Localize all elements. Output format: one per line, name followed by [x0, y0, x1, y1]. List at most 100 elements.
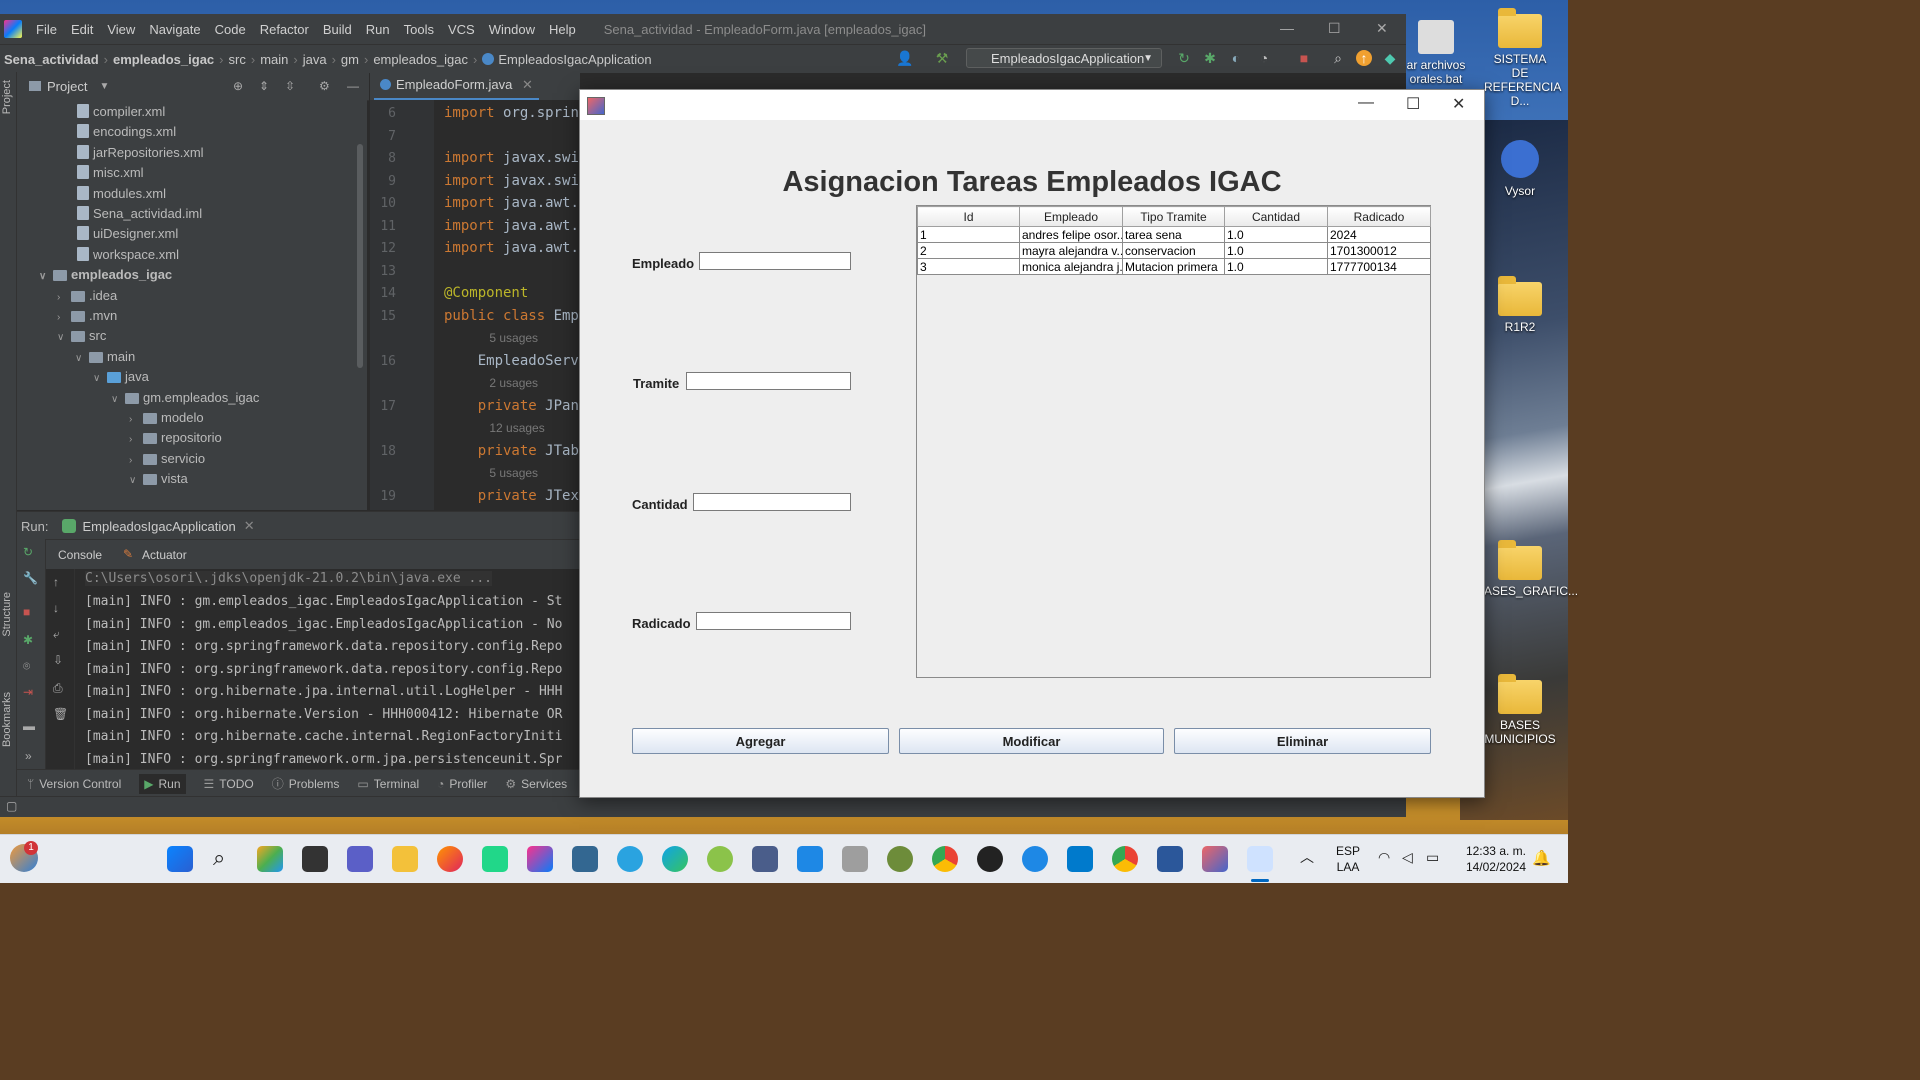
layout-icon[interactable]: ▬: [23, 719, 35, 733]
code-editor[interactable]: 6 7 8 9 10 11 12 13 14 15 16 17 18 19 import org.spri…: [370, 100, 580, 510]
chevron-right-icon[interactable]: ›: [57, 288, 71, 308]
column-header-id[interactable]: Id: [917, 206, 1020, 227]
menu-file[interactable]: File: [36, 22, 57, 37]
table-cell[interactable]: 1.0: [1224, 242, 1328, 259]
table-cell[interactable]: tarea sena: [1122, 226, 1225, 243]
menu-edit[interactable]: Edit: [71, 22, 93, 37]
menu-tools[interactable]: Tools: [404, 22, 434, 37]
desktop-icon-bases-municipios[interactable]: BASES MUNICIPIOS: [1484, 674, 1556, 746]
desktop-icon-sistema[interactable]: SISTEMA DE REFERENCIA D...: [1484, 8, 1561, 108]
arrow-down-icon[interactable]: ↓: [53, 601, 59, 615]
run-config-select[interactable]: EmpleadosIgacApplication ▼: [966, 48, 1162, 68]
structure-tool-tab[interactable]: Structure: [1, 592, 13, 637]
java-app-taskbar-icon[interactable]: [1202, 846, 1228, 872]
hide-panel-icon[interactable]: —: [347, 79, 359, 93]
database-icon[interactable]: [842, 846, 868, 872]
table-cell[interactable]: 3: [917, 258, 1020, 275]
clock[interactable]: 12:33 a. m. 14/02/2024: [1456, 843, 1526, 875]
postgresql-icon[interactable]: [572, 846, 598, 872]
tree-item[interactable]: ∨ gm.empleados_igac: [111, 388, 259, 408]
chevron-down-icon[interactable]: ∨: [93, 369, 107, 389]
snipping-tool-icon[interactable]: [1247, 846, 1273, 872]
shield-icon[interactable]: [797, 846, 823, 872]
breadcrumb-item[interactable]: main: [260, 52, 288, 67]
chevron-right-icon[interactable]: ›: [129, 451, 143, 471]
table-cell[interactable]: 2024: [1327, 226, 1431, 243]
desktop-icon-vysor[interactable]: Vysor: [1484, 140, 1556, 198]
column-header-tipo-tramite[interactable]: Tipo Tramite: [1122, 206, 1225, 227]
add-button[interactable]: Agregar: [632, 728, 889, 754]
breadcrumb-item[interactable]: empleados_igac: [373, 52, 468, 67]
tree-item[interactable]: misc.xml: [77, 163, 144, 183]
project-label[interactable]: Project: [47, 79, 87, 94]
tab-run[interactable]: ▶ Run: [139, 773, 186, 794]
tree-item[interactable]: uiDesigner.xml: [77, 224, 178, 244]
chevron-down-icon[interactable]: ∨: [39, 267, 53, 287]
breadcrumb-item[interactable]: java: [303, 52, 327, 67]
expand-all-icon[interactable]: ⇕: [259, 79, 269, 93]
tree-item[interactable]: jarRepositories.xml: [77, 143, 204, 163]
exit-icon[interactable]: ⇥: [23, 685, 33, 699]
tree-item[interactable]: › servicio: [129, 449, 205, 469]
copilot-icon[interactable]: [257, 846, 283, 872]
bookmarks-tool-tab[interactable]: Bookmarks: [1, 692, 13, 747]
camera-icon[interactable]: ⌾: [23, 659, 30, 674]
tree-item[interactable]: ∨ vista: [129, 469, 188, 489]
project-tool-tab[interactable]: Project: [1, 80, 13, 114]
chrome-icon[interactable]: [932, 846, 958, 872]
more-icon[interactable]: »: [25, 749, 32, 763]
chevron-right-icon[interactable]: ›: [57, 308, 71, 328]
plugin-icon[interactable]: ◆: [1382, 50, 1398, 66]
table-cell[interactable]: 1701300012: [1327, 242, 1431, 259]
desktop-icon-bases-graficas[interactable]: ASES_GRAFIC...: [1484, 540, 1578, 598]
chevron-down-icon[interactable]: ∨: [129, 471, 143, 491]
table-cell[interactable]: 1.0: [1224, 258, 1328, 275]
table-row[interactable]: 3 monica alejandra j... Mutacion primera…: [917, 258, 1431, 275]
windows-start-icon[interactable]: [167, 846, 193, 872]
telegram-icon[interactable]: [617, 846, 643, 872]
tree-item[interactable]: compiler.xml: [77, 102, 165, 122]
stop-icon[interactable]: ■: [23, 605, 30, 619]
chevron-right-icon[interactable]: ›: [129, 430, 143, 450]
table-cell[interactable]: Mutacion primera: [1122, 258, 1225, 275]
hammer-icon[interactable]: ⚒: [934, 50, 950, 66]
column-header-empleado[interactable]: Empleado: [1019, 206, 1123, 227]
breadcrumb-item[interactable]: src: [229, 52, 246, 67]
chevron-down-icon[interactable]: ∨: [75, 349, 89, 369]
table-cell[interactable]: conservacion: [1122, 242, 1225, 259]
desktop-icon-bat[interactable]: ar archivos orales.bat: [1400, 20, 1472, 86]
tree-item[interactable]: ∨ main: [75, 347, 135, 367]
menu-navigate[interactable]: Navigate: [149, 22, 200, 37]
menu-run[interactable]: Run: [366, 22, 390, 37]
print-icon[interactable]: ⎙: [53, 681, 63, 696]
wrench-icon[interactable]: 🔧: [23, 571, 38, 585]
notification-bell-icon[interactable]: 🔔: [1532, 849, 1551, 867]
chevron-down-icon[interactable]: ▼: [99, 81, 109, 92]
tab-services[interactable]: ⚙ Services: [505, 777, 567, 791]
locate-icon[interactable]: ⊕: [233, 79, 243, 93]
tree-item[interactable]: workspace.xml: [77, 245, 179, 265]
table-cell[interactable]: 1.0: [1224, 226, 1328, 243]
menu-build[interactable]: Build: [323, 22, 352, 37]
soft-wrap-icon[interactable]: ⤶: [53, 627, 60, 642]
wifi-icon[interactable]: ◠: [1378, 849, 1390, 866]
debug-icon[interactable]: ✱: [1202, 50, 1218, 66]
teams-icon[interactable]: [347, 846, 373, 872]
user-icon[interactable]: 👤: [896, 50, 913, 66]
profile-icon[interactable]: ◔: [1256, 50, 1272, 66]
tree-item[interactable]: Sena_actividad.iml: [77, 204, 202, 224]
tree-item[interactable]: modules.xml: [77, 184, 166, 204]
column-header-cantidad[interactable]: Cantidad: [1224, 206, 1328, 227]
run-tab[interactable]: EmpleadosIgacApplication: [82, 519, 235, 534]
delete-button[interactable]: Eliminar: [1174, 728, 1431, 754]
update-icon[interactable]: ↑: [1356, 50, 1372, 66]
menu-vcs[interactable]: VCS: [448, 22, 475, 37]
search-app-icon[interactable]: [1022, 846, 1048, 872]
menu-window[interactable]: Window: [489, 22, 535, 37]
chevron-up-icon[interactable]: ︿: [1300, 847, 1314, 867]
arcgis-icon[interactable]: [752, 846, 778, 872]
tab-version-control[interactable]: ᛘ Version Control: [27, 777, 121, 791]
debug-icon[interactable]: ✱: [23, 633, 33, 647]
tramite-input[interactable]: [686, 372, 851, 390]
gear-icon[interactable]: ⚙: [319, 79, 330, 93]
